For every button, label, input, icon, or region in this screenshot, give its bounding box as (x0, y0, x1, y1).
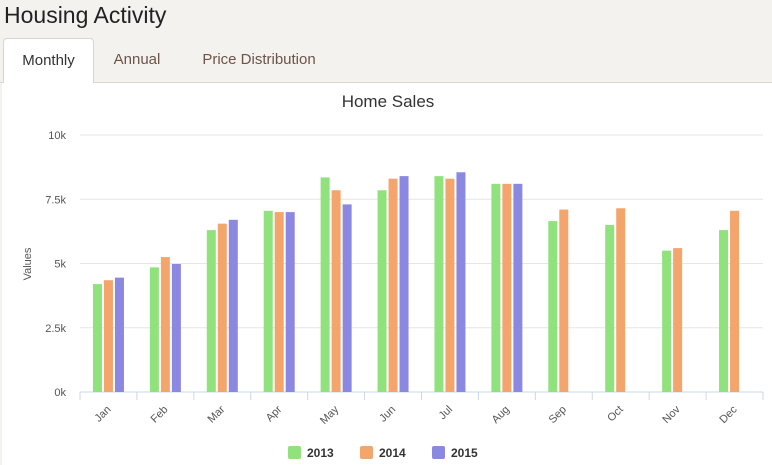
bar-2013-mar[interactable] (206, 230, 216, 392)
y-tick-label: 10k (48, 130, 66, 142)
x-tick-label: May (318, 403, 342, 427)
bar-2014-aug[interactable] (502, 183, 512, 392)
legend-item-2014[interactable]: 2014 (360, 444, 406, 462)
y-tick-label: 5k (54, 259, 66, 271)
x-tick-label: Mar (206, 403, 228, 425)
bar-2014-feb[interactable] (160, 257, 170, 392)
chart-legend: 2013 2014 2015 (0, 444, 772, 462)
bar-2013-sep[interactable] (548, 221, 558, 392)
home-sales-chart: Home Sales Values 0k 2.5k 5k 7.5k 10k Jan Feb M… (22, 92, 764, 427)
legend-label: 2013 (307, 446, 334, 460)
y-axis-label: Values (22, 247, 34, 280)
grid-lines (80, 134, 763, 393)
x-tick-label: Aug (490, 404, 512, 426)
legend-swatch (288, 446, 301, 459)
bar-2014-dec[interactable] (730, 210, 740, 392)
bar-2015-jan[interactable] (114, 277, 124, 392)
bar-2014-oct[interactable] (616, 208, 626, 392)
chart-title: Home Sales (342, 92, 435, 111)
bar-2013-feb[interactable] (149, 267, 159, 392)
bar-2013-oct[interactable] (605, 224, 615, 392)
x-tick-label: Apr (264, 403, 285, 424)
x-tick-label: Feb (149, 404, 171, 426)
x-tick-label: Jun (377, 404, 398, 425)
bar-2013-may[interactable] (320, 177, 330, 392)
bar-2014-nov[interactable] (673, 248, 683, 392)
bar-2013-nov[interactable] (662, 250, 672, 392)
bar-2015-may[interactable] (342, 204, 352, 392)
bars-layer (92, 172, 740, 392)
y-tick-label: 7.5k (45, 194, 66, 206)
bar-2014-may[interactable] (331, 190, 341, 392)
bar-2013-aug[interactable] (491, 183, 501, 392)
bar-2013-dec[interactable] (719, 230, 729, 392)
legend-swatch (432, 446, 445, 459)
bar-2015-mar[interactable] (228, 219, 238, 392)
bar-2015-apr[interactable] (285, 212, 295, 392)
x-tick-label: Oct (605, 404, 626, 425)
legend-item-2013[interactable]: 2013 (288, 444, 334, 462)
bar-2014-sep[interactable] (559, 209, 569, 392)
x-tick-label: Nov (660, 403, 683, 426)
legend-label: 2014 (379, 446, 406, 460)
x-tick-label: Sep (547, 404, 569, 426)
bar-2014-apr[interactable] (274, 212, 284, 392)
legend-label: 2015 (451, 446, 478, 460)
bar-2014-mar[interactable] (217, 223, 227, 392)
legend-swatch (360, 446, 373, 459)
y-tick-label: 2.5k (45, 323, 66, 335)
bar-2014-jun[interactable] (388, 178, 398, 392)
bar-2015-aug[interactable] (513, 183, 523, 392)
bar-2013-jul[interactable] (434, 176, 444, 392)
bar-2013-jun[interactable] (377, 190, 387, 392)
x-tick-label: Jul (437, 404, 455, 422)
bar-2014-jan[interactable] (103, 280, 113, 392)
x-tick-label: Jan (93, 404, 114, 425)
x-tick-label: Dec (717, 403, 740, 426)
bar-2015-feb[interactable] (171, 264, 181, 392)
bar-2014-jul[interactable] (445, 178, 455, 392)
y-tick-label: 0k (54, 387, 66, 399)
bar-2013-jan[interactable] (92, 284, 102, 392)
bar-2015-jun[interactable] (399, 176, 409, 392)
bar-2013-apr[interactable] (263, 210, 273, 392)
legend-item-2015[interactable]: 2015 (432, 444, 478, 462)
bar-2015-jul[interactable] (456, 172, 466, 392)
